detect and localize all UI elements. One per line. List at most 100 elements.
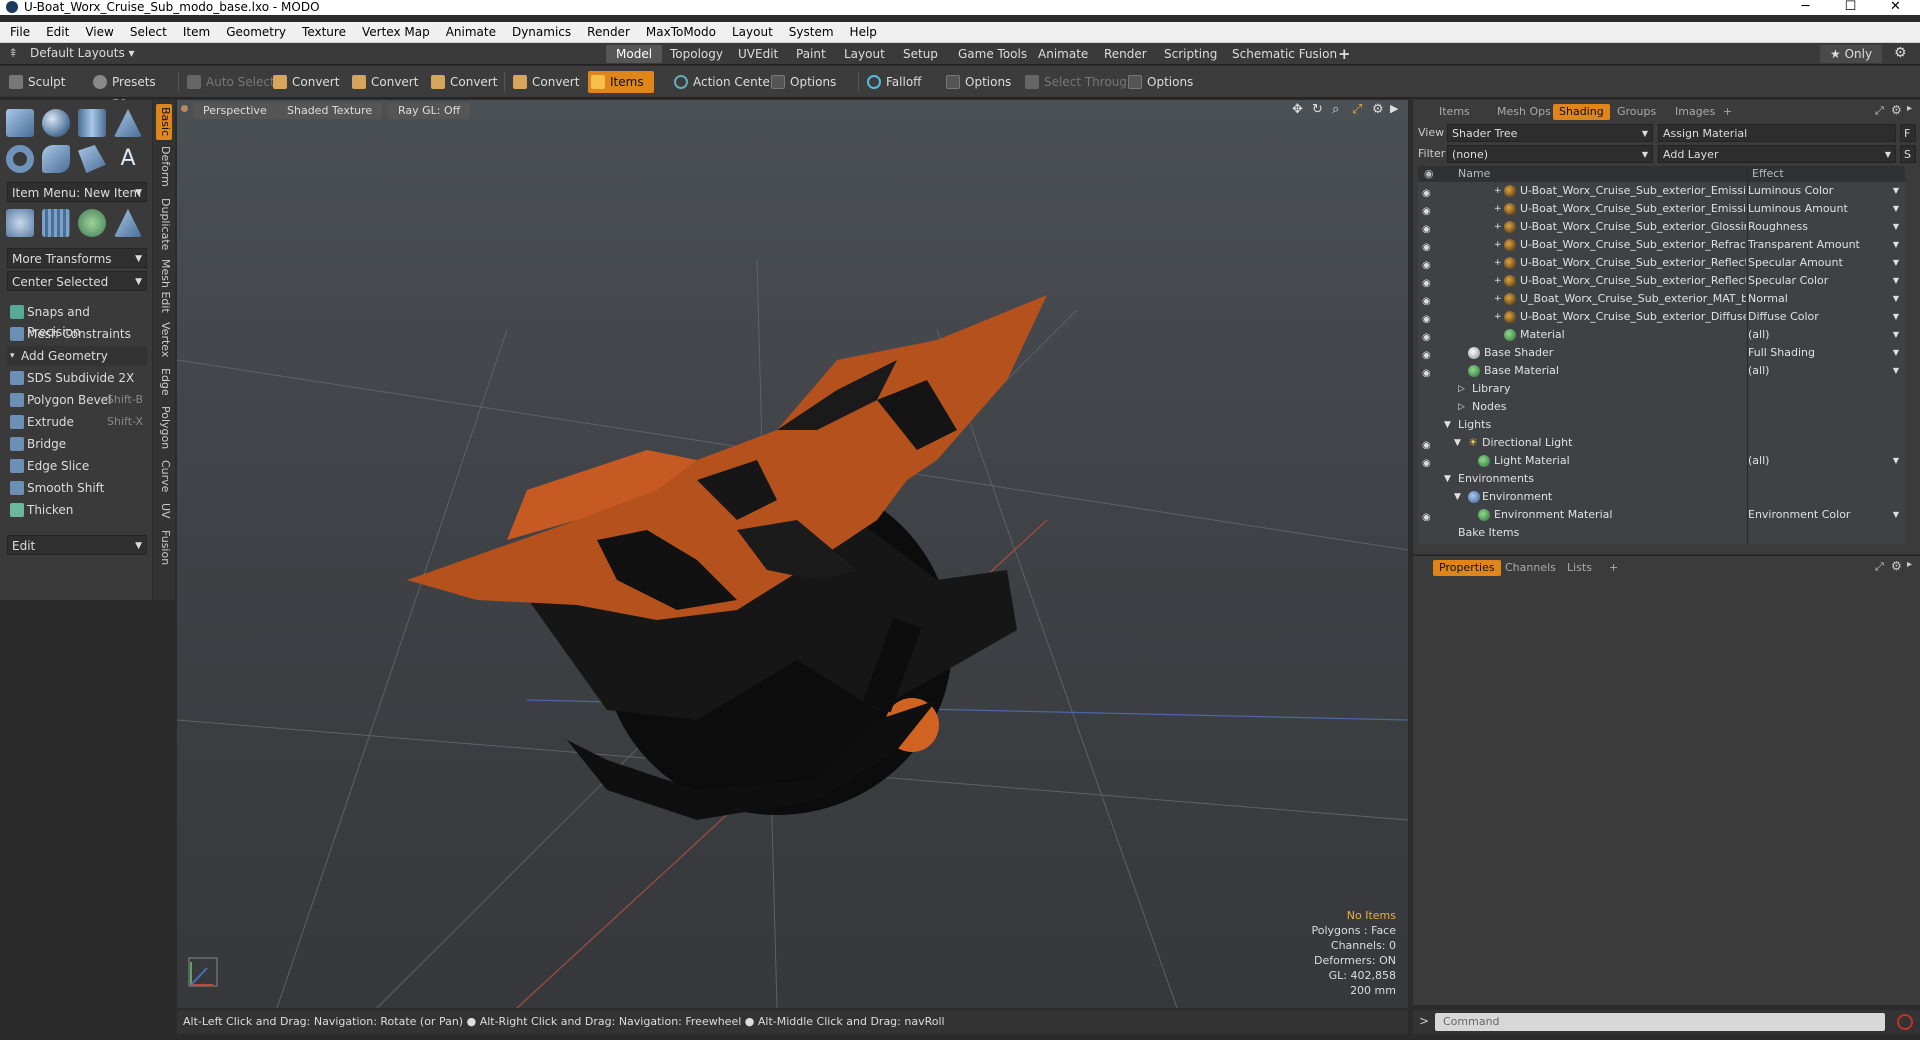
menu-file[interactable]: File (0, 22, 38, 43)
tab-shading[interactable]: Shading (1553, 104, 1610, 120)
vtab-curve[interactable]: Curve (156, 458, 172, 494)
add-geometry-header[interactable]: ▾ Add Geometry (7, 346, 147, 366)
tab-images[interactable]: Images (1669, 104, 1721, 120)
expand-plus-icon[interactable]: + (1494, 254, 1502, 272)
tab-scripting[interactable]: Scripting (1154, 45, 1227, 63)
row-effect-dropdown[interactable]: Diffuse Color ▼ (1748, 308, 1903, 326)
row-effect-dropdown[interactable]: Luminous Color ▼ (1748, 182, 1903, 200)
collapse-arrow-icon[interactable]: ▼ (1454, 434, 1461, 452)
menu-edit[interactable]: Edit (38, 22, 77, 43)
3d-viewport[interactable]: Perspective Shaded Texture Ray GL: Off ✥… (177, 100, 1408, 1008)
smooth-shift-button[interactable]: Smooth Shift (7, 478, 147, 498)
visibility-eye-icon[interactable]: ◉ (1422, 455, 1434, 469)
filter-dropdown[interactable]: (none) ▼ (1447, 145, 1653, 163)
menu-layout[interactable]: Layout (724, 22, 781, 43)
bridge-button[interactable]: Bridge (7, 434, 147, 454)
tree-row[interactable]: ▷ Library (1418, 380, 1905, 398)
visibility-eye-icon[interactable]: ◉ (1422, 239, 1434, 253)
tree-row[interactable]: ◉ + U_Boat_Worx_Cruise_Sub_exterior_MAT_b … (1418, 290, 1905, 308)
visibility-eye-icon[interactable]: ◉ (1422, 311, 1434, 325)
add-tab-button[interactable]: + (1328, 45, 1361, 63)
collapse-arrow-icon[interactable]: ▼ (1444, 470, 1451, 488)
expand-plus-icon[interactable]: + (1494, 290, 1502, 308)
tree-row[interactable]: ◉ + U-Boat_Worx_Cruise_Sub_exterior_Diffus… (1418, 308, 1905, 326)
tree-row[interactable]: ◉ Base Shader Full Shading ▼ (1418, 344, 1905, 362)
tree-row[interactable]: ◉ + U-Boat_Worx_Cruise_Sub_exterior_Emissi… (1418, 200, 1905, 218)
select-options-button[interactable]: Options (1125, 71, 1193, 93)
cube-icon[interactable] (6, 109, 34, 137)
environment-icon[interactable] (78, 209, 106, 237)
expand-plus-icon[interactable]: + (1494, 272, 1502, 290)
expand-plus-icon[interactable]: + (1494, 236, 1502, 254)
menu-item[interactable]: Item (175, 22, 218, 43)
tab-setup[interactable]: Setup (893, 45, 948, 63)
pyramid-icon[interactable] (114, 209, 142, 237)
command-input[interactable]: Command (1435, 1013, 1885, 1031)
visibility-eye-icon[interactable]: ◉ (1422, 509, 1434, 523)
action-center-options-button[interactable]: Options (768, 71, 836, 93)
name-column-header[interactable]: Name (1442, 166, 1747, 182)
torus-icon[interactable] (6, 145, 34, 173)
vtab-mesh-edit[interactable]: Mesh Edit (156, 258, 172, 314)
edit-dropdown[interactable]: Edit ▼ (7, 535, 147, 555)
visibility-eye-icon[interactable]: ◉ (1422, 257, 1434, 271)
tree-row[interactable]: ◉ + U-Boat_Worx_Cruise_Sub_exterior_Glossi… (1418, 218, 1905, 236)
center-selected-dropdown[interactable]: Center Selected ▼ (7, 271, 147, 291)
close-button[interactable]: ✕ (1873, 0, 1918, 15)
vtab-vertex[interactable]: Vertex (156, 320, 172, 360)
add-prop-tab[interactable]: + (1603, 560, 1624, 576)
add-panel-tab[interactable]: + (1717, 104, 1738, 120)
pen-icon[interactable] (78, 145, 106, 173)
tree-row[interactable]: ◉ ▼ ☀ Directional Light (1418, 434, 1905, 452)
tree-row[interactable]: ▼ Lights (1418, 416, 1905, 434)
menu-maxtomodo[interactable]: MaxToModo (638, 22, 724, 43)
layout-arrow-icon[interactable]: ⇞ (8, 46, 18, 60)
tree-row[interactable]: ◉ Base Material (all) ▼ (1418, 362, 1905, 380)
row-effect-dropdown[interactable]: Normal ▼ (1748, 290, 1903, 308)
vtab-polygon[interactable]: Polygon (156, 404, 172, 452)
vtab-duplicate[interactable]: Duplicate (156, 196, 172, 252)
row-effect-dropdown[interactable]: Specular Color ▼ (1748, 272, 1903, 290)
s-button[interactable]: S (1900, 145, 1916, 163)
expand-panel-icon[interactable]: ⤢ (1875, 560, 1884, 574)
f-button[interactable]: F (1900, 124, 1916, 142)
visibility-eye-icon[interactable]: ◉ (1422, 437, 1434, 451)
cylinder-icon[interactable] (78, 109, 106, 137)
tab-layout[interactable]: Layout (834, 45, 895, 63)
tree-row[interactable]: ◉ Material (all) ▼ (1418, 326, 1905, 344)
convert-edge-button[interactable]: Convert (349, 71, 418, 93)
tab-paint[interactable]: Paint (786, 45, 836, 63)
visibility-eye-icon[interactable]: ◉ (1422, 185, 1434, 199)
vtab-uv[interactable]: UV (156, 500, 172, 522)
action-center-button[interactable]: Action Center (671, 71, 775, 93)
tab-render[interactable]: Render (1094, 45, 1157, 63)
select-through-button[interactable]: Select Through (1022, 71, 1135, 93)
tab-model[interactable]: Model (606, 45, 663, 63)
text-icon[interactable]: A (114, 145, 142, 173)
presets-button[interactable]: Presets F6 (90, 71, 170, 111)
record-icon[interactable] (1897, 1014, 1913, 1030)
tab-uvedit[interactable]: UVEdit (728, 45, 788, 63)
row-effect-dropdown[interactable]: (all) ▼ (1748, 452, 1903, 470)
tab-game-tools[interactable]: Game Tools (948, 45, 1037, 63)
convert-vertex-button[interactable]: Convert (270, 71, 339, 93)
visibility-eye-icon[interactable]: ◉ (1422, 203, 1434, 217)
panel-settings-icon[interactable]: ⚙ (1891, 559, 1902, 573)
view-dropdown[interactable]: Shader Tree ▼ (1447, 124, 1653, 142)
menu-select[interactable]: Select (122, 22, 175, 43)
menu-render[interactable]: Render (579, 22, 638, 43)
expand-plus-icon[interactable]: + (1494, 200, 1502, 218)
vtab-deform[interactable]: Deform (156, 144, 172, 188)
tree-row[interactable]: ◉ + U-Boat_Worx_Cruise_Sub_exterior_Emissi… (1418, 182, 1905, 200)
tree-row[interactable]: ◉ + U-Boat_Worx_Cruise_Sub_exterior_Reflec… (1418, 254, 1905, 272)
more-transforms-dropdown[interactable]: More Transforms ▼ (7, 248, 147, 268)
visibility-eye-icon[interactable]: ◉ (1422, 293, 1434, 307)
row-effect-dropdown[interactable]: Specular Amount ▼ (1748, 254, 1903, 272)
visibility-eye-icon[interactable]: ◉ (1422, 365, 1434, 379)
menu-geometry[interactable]: Geometry (218, 22, 294, 43)
tree-row[interactable]: ▼ Environment (1418, 488, 1905, 506)
polygon-bevel-button[interactable]: Polygon Bevel Shift-B (7, 390, 147, 410)
tab-groups[interactable]: Groups (1611, 104, 1662, 120)
collapse-arrow-icon[interactable]: ▼ (1444, 416, 1451, 434)
tree-row[interactable]: ◉ + U-Boat_Worx_Cruise_Sub_exterior_Reflec… (1418, 272, 1905, 290)
